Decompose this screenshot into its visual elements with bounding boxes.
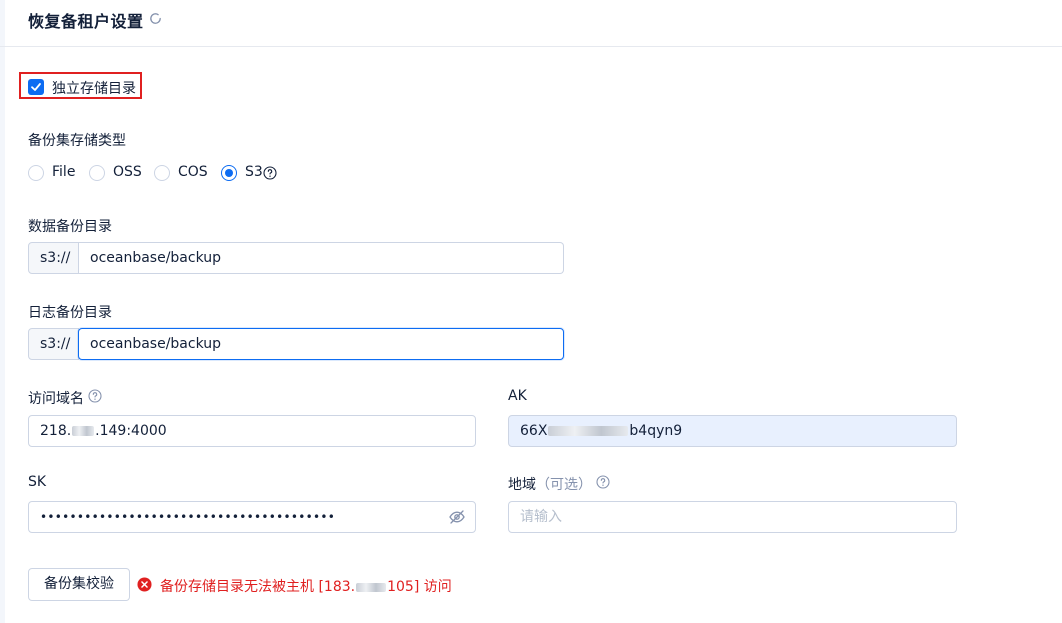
data-backup-label: 数据备份目录 [28, 219, 112, 235]
help-icon[interactable] [596, 475, 610, 489]
sk-input[interactable]: •••••••••••••••••••••••••••••••••••••••• [28, 501, 476, 533]
data-backup-prefix: s3:// [28, 242, 79, 274]
error-text-end: 105] 访问 [387, 579, 452, 595]
radio-oss-label[interactable]: OSS [113, 164, 142, 180]
radio-file[interactable] [28, 165, 44, 181]
region-optional-text: （可选） [536, 477, 592, 493]
ak-label: AK [508, 388, 527, 404]
ak-input[interactable]: 66X b4qyn9 [508, 415, 957, 447]
endpoint-label: 访问域名 [28, 391, 84, 407]
region-label-text: 地域 [508, 477, 536, 493]
refresh-icon[interactable] [148, 11, 163, 26]
error-message: 备份存储目录无法被主机 [183. 105] 访问 [160, 576, 452, 596]
help-icon[interactable] [263, 166, 277, 180]
radio-cos[interactable] [154, 165, 170, 181]
log-backup-input[interactable]: oceanbase/backup [78, 328, 564, 360]
region-input[interactable]: 请输入 [508, 501, 957, 533]
page-title: 恢复备租户设置 [28, 12, 144, 31]
ak-value-start: 66X [520, 423, 548, 439]
radio-oss[interactable] [89, 165, 105, 181]
sk-label: SK [28, 474, 47, 490]
left-panel-edge [0, 0, 5, 623]
data-backup-input[interactable]: oceanbase/backup [79, 242, 564, 274]
error-icon [137, 577, 152, 592]
endpoint-input[interactable]: 218. .149:4000 [28, 415, 476, 447]
log-backup-prefix: s3:// [28, 328, 79, 360]
endpoint-value-end: .149:4000 [95, 423, 167, 439]
backup-check-button[interactable]: 备份集校验 [28, 568, 130, 601]
radio-s3-label[interactable]: S3 [245, 164, 263, 180]
help-icon[interactable] [88, 389, 102, 403]
storage-type-label: 备份集存储类型 [28, 133, 126, 149]
error-text-start: 备份存储目录无法被主机 [183. [160, 579, 356, 595]
ak-value-end: b4qyn9 [629, 423, 683, 439]
redacted-mask [72, 426, 95, 436]
redacted-mask [356, 582, 387, 592]
page-header: 恢复备租户设置 [0, 0, 1062, 47]
log-backup-label: 日志备份目录 [28, 305, 112, 321]
independent-dir-label[interactable]: 独立存储目录 [52, 78, 136, 98]
redacted-mask [548, 426, 629, 436]
independent-dir-checkbox[interactable] [28, 79, 44, 95]
region-label: 地域（可选） [508, 474, 592, 494]
radio-s3[interactable] [221, 165, 237, 181]
radio-cos-label[interactable]: COS [178, 164, 208, 180]
radio-file-label[interactable]: File [52, 164, 75, 180]
eye-off-icon[interactable] [448, 509, 466, 525]
endpoint-value-start: 218. [40, 423, 72, 439]
